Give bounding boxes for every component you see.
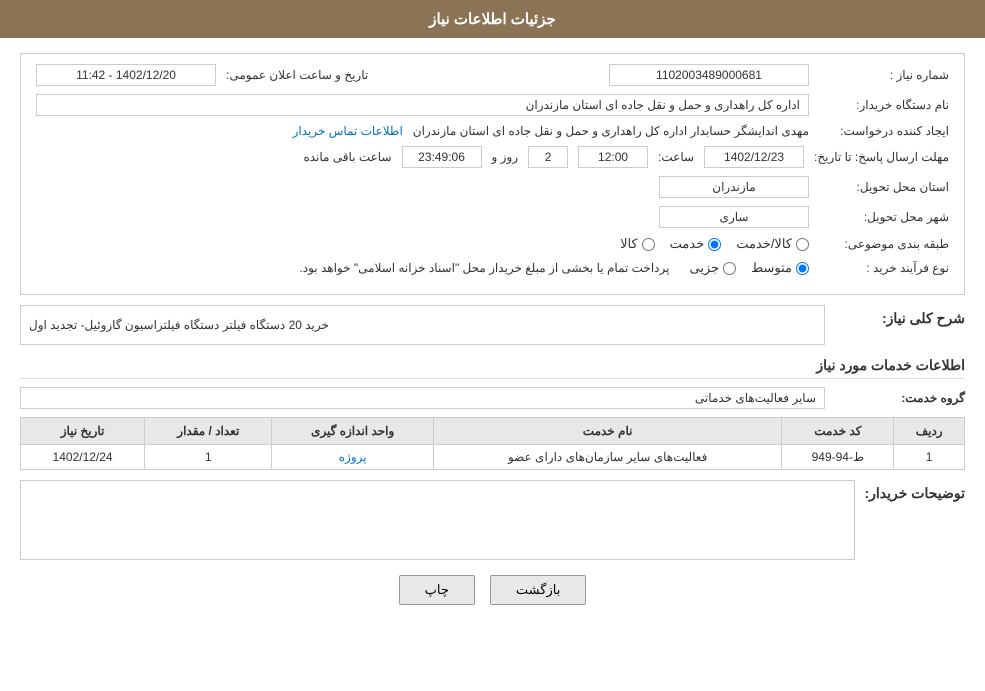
back-button[interactable]: بازگشت [490, 575, 586, 605]
col-row: ردیف [894, 418, 965, 445]
page-title: جزئیات اطلاعات نیاز [429, 11, 556, 28]
category-radio-group: کالا/خدمت خدمت کالا [620, 236, 809, 252]
deadline-date: 1402/12/23 [704, 146, 804, 168]
col-unit: واحد اندازه گیری [272, 418, 433, 445]
process-label-jozii: جزیی [689, 260, 719, 276]
province-label: استان محل تحویل: [819, 180, 949, 194]
col-code: کد خدمت [782, 418, 894, 445]
buyer-desc-textarea[interactable] [20, 480, 855, 560]
services-section-title: اطلاعات خدمات مورد نیاز [20, 357, 965, 379]
deadline-remaining: 23:49:06 [402, 146, 482, 168]
process-note: پرداخت تمام یا بخشی از مبلغ خریداز محل "… [299, 261, 669, 275]
content-area: شماره نیاز : 1102003489000681 تاریخ و سا… [0, 38, 985, 635]
row-deadline: مهلت ارسال پاسخ: تا تاریخ: 1402/12/23 سا… [36, 146, 949, 168]
deadline-days-label: روز و [492, 150, 519, 164]
process-radio-jozii[interactable] [723, 262, 736, 275]
print-button[interactable]: چاپ [399, 575, 475, 605]
deadline-remaining-label: ساعت باقی مانده [303, 150, 391, 164]
row-category: طبقه بندی موضوعی: کالا/خدمت خدمت کالا [36, 236, 949, 252]
creator-value: مهدی اندایشگر حسابدار اداره کل راهداری و… [413, 124, 809, 138]
category-label-kala: کالا [620, 236, 638, 252]
buyer-name-value: اداره کل راهداری و حمل و نقل جاده ای است… [36, 94, 809, 116]
group-service-row: گروه خدمت: سایر فعالیت‌های خدماتی [20, 387, 965, 409]
category-option-kala-khadamat: کالا/خدمت [736, 236, 809, 252]
buyer-desc-label: توضیحات خریدار: [865, 480, 965, 502]
category-label-kala-khadamat: کالا/خدمت [736, 236, 792, 252]
col-date: تاریخ نیاز [21, 418, 145, 445]
buttons-row: بازگشت چاپ [20, 575, 965, 605]
category-radio-kala[interactable] [642, 238, 655, 251]
process-label-motavasset: متوسط [751, 260, 792, 276]
need-number-label: شماره نیاز : [819, 68, 949, 82]
announce-datetime-value: 1402/12/20 - 11:42 [36, 64, 216, 86]
category-radio-kala-khadamat[interactable] [796, 238, 809, 251]
page-wrapper: جزئیات اطلاعات نیاز شماره نیاز : 1102003… [0, 0, 985, 691]
need-section-title: شرح کلی نیاز: [835, 305, 965, 327]
group-value: سایر فعالیت‌های خدماتی [20, 387, 825, 409]
row-process: نوع فرآیند خرید : متوسط جزیی پرداخت تمام… [36, 260, 949, 276]
process-radio-group: متوسط جزیی [689, 260, 809, 276]
category-radio-khadamat[interactable] [708, 238, 721, 251]
process-option-jozii: جزیی [689, 260, 736, 276]
row-province: استان محل تحویل: مازندران [36, 176, 949, 198]
col-name: نام خدمت [433, 418, 781, 445]
deadline-time-label: ساعت: [658, 150, 694, 164]
category-option-khadamat: خدمت [670, 236, 722, 252]
col-quantity: تعداد / مقدار [145, 418, 272, 445]
category-label-khadamat: خدمت [670, 236, 705, 252]
buyer-desc-section: توضیحات خریدار: [20, 480, 965, 560]
process-option-motavasset: متوسط [751, 260, 809, 276]
services-table: ردیف کد خدمت نام خدمت واحد اندازه گیری ت… [20, 417, 965, 470]
need-number-value: 1102003489000681 [609, 64, 809, 86]
row-number-announce: شماره نیاز : 1102003489000681 تاریخ و سا… [36, 64, 949, 86]
category-label: طبقه بندی موضوعی: [819, 237, 949, 251]
deadline-time: 12:00 [578, 146, 648, 168]
need-description-value: خرید 20 دستگاه فیلتر دستگاه فیلتراسیون گ… [20, 305, 825, 345]
buyer-name-label: نام دستگاه خریدار: [819, 98, 949, 112]
row-city: شهر محل تحویل: ساری [36, 206, 949, 228]
table-row: 1ط-94-949فعالیت‌های سایر سازمان‌های دارا… [21, 445, 965, 470]
creator-link[interactable]: اطلاعات تماس خریدار [293, 124, 403, 138]
deadline-days: 2 [528, 146, 568, 168]
need-description-section: شرح کلی نیاز: خرید 20 دستگاه فیلتر دستگا… [20, 305, 965, 345]
creator-label: ایجاد کننده درخواست: [819, 124, 949, 138]
main-info-section: شماره نیاز : 1102003489000681 تاریخ و سا… [20, 53, 965, 295]
row-buyer-name: نام دستگاه خریدار: اداره کل راهداری و حم… [36, 94, 949, 116]
services-table-container: ردیف کد خدمت نام خدمت واحد اندازه گیری ت… [20, 417, 965, 470]
category-option-kala: کالا [620, 236, 655, 252]
deadline-label: مهلت ارسال پاسخ: تا تاریخ: [814, 150, 949, 164]
city-label: شهر محل تحویل: [819, 210, 949, 224]
page-header: جزئیات اطلاعات نیاز [0, 0, 985, 38]
city-value: ساری [659, 206, 809, 228]
process-label: نوع فرآیند خرید : [819, 261, 949, 275]
row-creator: ایجاد کننده درخواست: مهدی اندایشگر حسابد… [36, 124, 949, 138]
group-label: گروه خدمت: [835, 391, 965, 405]
province-value: مازندران [659, 176, 809, 198]
announce-datetime-label: تاریخ و ساعت اعلان عمومی: [226, 68, 368, 82]
process-radio-motavasset[interactable] [796, 262, 809, 275]
